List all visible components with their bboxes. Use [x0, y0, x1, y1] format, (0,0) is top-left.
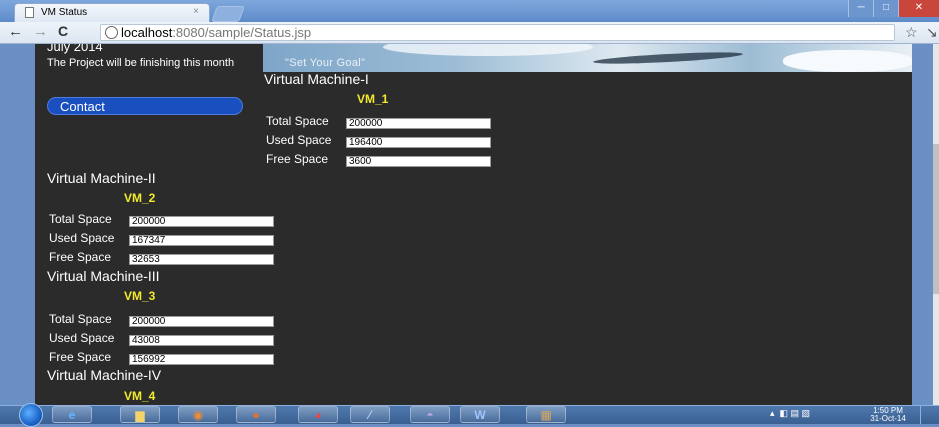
forward-button[interactable]: →	[33, 23, 48, 40]
vm2-used-field[interactable]: 167347	[129, 235, 274, 246]
vm1-code: VM_1	[357, 92, 389, 106]
tab-close-icon[interactable]: ×	[193, 6, 199, 17]
firefox-icon[interactable]: ●	[236, 406, 276, 423]
system-tray[interactable]: ▴ ◧ ▤ ▧	[770, 408, 810, 419]
taskbar: e ▆ ◉ ● ◕ ⁄ ◓ W ▦ ▴ ◧ ▤ ▧ 1:50 PM 31-Oct…	[0, 403, 939, 427]
winrar-icon[interactable]: ▦	[526, 406, 566, 423]
vm1-total-label: Total Space	[266, 114, 329, 128]
browser-toolbar: ← → C localhost:8080/sample/Status.jsp ☆…	[0, 22, 939, 44]
vm1-used-label: Used Space	[266, 133, 332, 147]
vertical-scrollbar[interactable]	[933, 44, 939, 405]
scrollbar-thumb[interactable]	[933, 144, 939, 294]
media-player-icon[interactable]: ◉	[178, 406, 218, 423]
vm3-free-field[interactable]: 156992	[129, 354, 274, 365]
reload-button[interactable]: C	[58, 23, 68, 39]
address-bar[interactable]: localhost:8080/sample/Status.jsp	[100, 24, 895, 41]
page-viewport: July 2014 The Project will be finishing …	[0, 44, 939, 405]
vm2-free-field[interactable]: 32653	[129, 254, 274, 265]
close-window-button[interactable]: ✕	[898, 0, 939, 17]
vm1-used-field[interactable]: 196400	[346, 137, 491, 148]
vm1-free-label: Free Space	[266, 152, 329, 166]
vm3-free-label: Free Space	[49, 350, 112, 364]
minimize-button[interactable]: ─	[848, 0, 873, 17]
vm2-free-label: Free Space	[49, 250, 112, 264]
window-controls: ─ □ ✕	[848, 0, 939, 17]
vm2-total-field[interactable]: 200000	[129, 216, 274, 227]
start-button[interactable]	[19, 403, 43, 427]
vm1-title: Virtual Machine-I	[264, 71, 369, 87]
page-content: July 2014 The Project will be finishing …	[35, 44, 912, 405]
word-icon[interactable]: W	[460, 406, 500, 423]
vm4-title: Virtual Machine-IV	[47, 367, 162, 383]
vm3-used-label: Used Space	[49, 331, 115, 345]
page-icon	[25, 7, 34, 18]
app-icon[interactable]: ◓	[410, 406, 450, 423]
vm4-code: VM_4	[124, 389, 156, 403]
globe-icon	[105, 26, 118, 39]
tab-title: VM Status	[41, 7, 88, 18]
explorer-icon[interactable]: ▆	[120, 406, 160, 423]
vm2-title: Virtual Machine-II	[47, 170, 156, 186]
new-tab-button[interactable]	[211, 6, 245, 22]
tab-vm-status[interactable]: VM Status ×	[14, 3, 210, 22]
vm3-used-field[interactable]: 43008	[129, 335, 274, 346]
address-text: localhost:8080/sample/Status.jsp	[121, 25, 312, 40]
vm1-free-field[interactable]: 3600	[346, 156, 491, 167]
vm2-used-label: Used Space	[49, 231, 115, 245]
vm3-title: Virtual Machine-III	[47, 268, 160, 284]
clock-date: 31-Oct-14	[870, 414, 906, 423]
vm3-total-label: Total Space	[49, 312, 112, 326]
bookmark-star-icon[interactable]: ☆	[905, 24, 918, 41]
vm2-total-label: Total Space	[49, 212, 112, 226]
news-text: The Project will be finishing this month	[47, 57, 235, 69]
eclipse-icon[interactable]: ⁄	[350, 406, 390, 423]
vm2-code: VM_2	[124, 191, 156, 205]
ie-icon[interactable]: e	[52, 406, 92, 423]
system-clock[interactable]: 1:50 PM 31-Oct-14	[868, 407, 908, 423]
maximize-button[interactable]: □	[873, 0, 898, 17]
news-date: July 2014	[47, 44, 103, 54]
vm1-total-field[interactable]: 200000	[346, 118, 491, 129]
contact-button[interactable]: Contact	[47, 97, 243, 115]
back-button[interactable]: ←	[8, 23, 23, 40]
vm3-total-field[interactable]: 200000	[129, 316, 274, 327]
browser-titlebar: VM Status × ─ □ ✕	[0, 0, 939, 22]
vm3-code: VM_3	[124, 289, 156, 303]
banner-image: "Set Your Goal"	[263, 44, 912, 72]
chrome-icon[interactable]: ◕	[298, 406, 338, 423]
wrench-icon[interactable]: ↘	[926, 24, 938, 41]
show-desktop-button[interactable]	[920, 406, 939, 424]
banner-slogan: "Set Your Goal"	[285, 57, 366, 69]
